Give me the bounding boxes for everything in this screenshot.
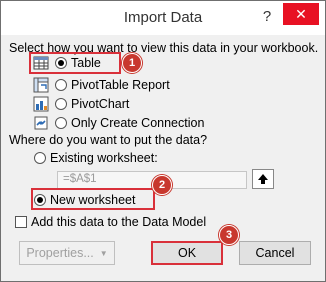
step-badge-1: 1 — [122, 53, 142, 73]
close-button[interactable]: ✕ — [283, 3, 319, 25]
connection-icon — [34, 116, 48, 130]
step-badge-3: 3 — [219, 225, 239, 245]
option-pivottable-label: PivotTable Report — [71, 78, 170, 92]
pivotchart-icon — [33, 96, 49, 112]
option-connection[interactable]: Only Create Connection — [33, 113, 204, 133]
cancel-button[interactable]: Cancel — [239, 241, 311, 265]
radio-pivottable[interactable] — [55, 79, 67, 91]
import-data-dialog: Import Data ? ✕ Select how you want to v… — [0, 0, 326, 282]
data-model-checkbox[interactable] — [15, 216, 27, 228]
radio-connection[interactable] — [55, 117, 67, 129]
radio-pivotchart[interactable] — [55, 98, 67, 110]
pivottable-icon — [33, 77, 49, 93]
help-button[interactable]: ? — [255, 5, 279, 27]
data-model-label: Add this data to the Data Model — [31, 215, 207, 229]
collapse-range-button[interactable] — [252, 169, 274, 189]
step-badge-2: 2 — [152, 175, 172, 195]
highlight-table — [29, 52, 121, 74]
option-connection-label: Only Create Connection — [71, 116, 205, 130]
radio-existing-worksheet[interactable] — [34, 152, 46, 164]
properties-button[interactable]: Properties... ▼ — [19, 241, 115, 265]
option-pivotchart[interactable]: PivotChart — [33, 94, 129, 114]
location-prompt: Where do you want to put the data? — [9, 133, 208, 147]
existing-worksheet-label: Existing worksheet: — [50, 151, 158, 165]
option-pivotchart-label: PivotChart — [71, 97, 130, 111]
highlight-new-worksheet — [31, 188, 155, 210]
dropdown-arrow-icon: ▼ — [99, 248, 108, 258]
ok-button[interactable]: OK — [151, 241, 223, 265]
properties-label: Properties... — [26, 246, 94, 260]
data-model-option[interactable]: Add this data to the Data Model — [15, 212, 206, 232]
option-pivottable[interactable]: PivotTable Report — [33, 75, 170, 95]
option-existing-worksheet[interactable]: Existing worksheet: — [34, 148, 158, 168]
range-select-icon — [258, 174, 268, 184]
title-bar: Import Data ? ✕ — [1, 1, 325, 35]
